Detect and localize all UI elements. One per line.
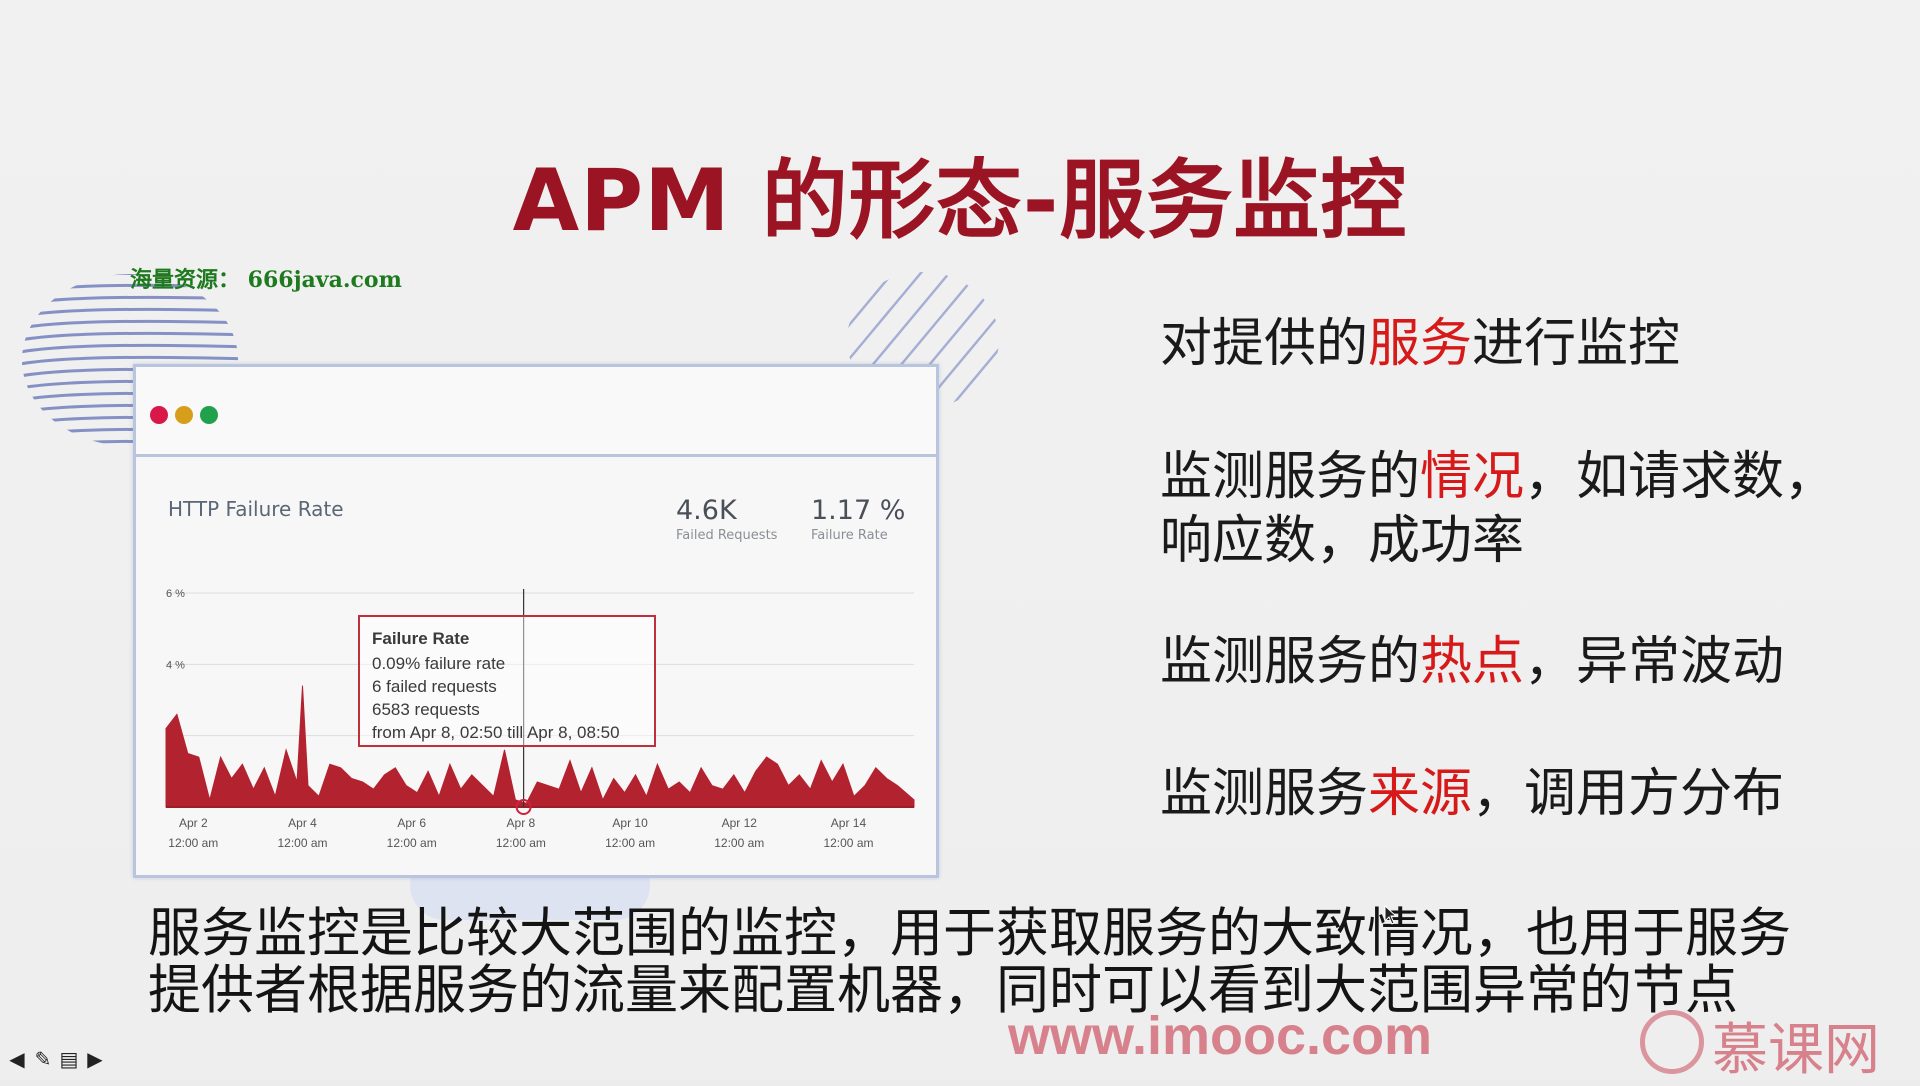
slide: APM 的形态-服务监控 海量资源： 666java.com HTTP Fail… [0, 0, 1920, 1083]
summary-text: 服务监控是比较大范围的监控，用于获取服务的大致情况，也用于服务 提供者根据服务的… [148, 905, 1848, 1019]
x-tick-sublabel: 12:00 am [714, 836, 764, 850]
imooc-url-watermark: www.imooc.com [1008, 1006, 1433, 1066]
mouse-cursor-icon [1384, 905, 1398, 925]
chart-tooltip: Failure Rate 0.09% failure rate 6 failed… [358, 615, 656, 747]
summary-line: 提供者根据服务的流量来配置机器，同时可以看到大范围异常的节点 [148, 960, 1738, 1021]
stat-label: Failure Rate [811, 528, 888, 543]
bullet-text: 监测服务的 [1160, 447, 1421, 507]
bullet-item: 监测服务来源，调用方分布 [1160, 762, 1784, 826]
x-tick-label: Apr 10 [612, 816, 648, 830]
stat-failed-requests: 4.6K Failed Requests [676, 495, 777, 543]
tooltip-line: 6583 requests [372, 700, 480, 719]
bullet-text: 对提供的 [1160, 314, 1369, 374]
forward-arrow-icon[interactable]: ▶ [84, 1047, 106, 1071]
x-tick-sublabel: 12:00 am [387, 836, 437, 850]
bullet-item: 对提供的服务进行监控 [1160, 312, 1680, 376]
x-tick-label: Apr 8 [507, 816, 536, 830]
watermark-text: 海量资源： 666java.com [130, 267, 402, 293]
slide-title: APM 的形态-服务监控 [512, 151, 1408, 251]
bullet-highlight: 来源 [1368, 764, 1473, 824]
x-tick-sublabel: 12:00 am [496, 836, 546, 850]
window-maximize-dot-icon [200, 406, 218, 424]
tooltip-line: 6 failed requests [372, 677, 497, 696]
pen-icon[interactable]: ✎ [32, 1047, 54, 1071]
x-tick-sublabel: 12:00 am [823, 836, 873, 850]
y-tick-label: 4 % [166, 659, 185, 671]
bullet-text: ，调用方分布 [1472, 764, 1785, 824]
bullet-text: ，异常波动 [1524, 632, 1785, 692]
window-close-dot-icon [150, 406, 168, 424]
x-tick-sublabel: 12:00 am [605, 836, 655, 850]
bullet-item: 监测服务的情况，如请求数， 响应数，成功率 [1160, 445, 1836, 573]
window-title-bar [136, 367, 936, 457]
bullet-item: 监测服务的热点，异常波动 [1160, 630, 1784, 694]
x-tick-label: Apr 4 [288, 816, 317, 830]
chart-title: HTTP Failure Rate [168, 497, 344, 521]
tooltip-title: Failure Rate [372, 629, 470, 648]
tooltip-line: from Apr 8, 02:50 till Apr 8, 08:50 [372, 723, 620, 742]
stat-label: Failed Requests [676, 528, 778, 543]
imooc-name-watermark: 慕课网 [1712, 1018, 1880, 1083]
bullet-highlight: 服务 [1368, 314, 1473, 374]
summary-line: 服务监控是比较大范围的监控，用于获取服务的大致情况，也用于服务 [148, 903, 1791, 964]
back-arrow-icon[interactable]: ◀ [6, 1047, 28, 1071]
x-tick-sublabel: 12:00 am [168, 836, 218, 850]
bullet-text: 响应数，成功率 [1160, 511, 1525, 571]
bullet-text: 进行监控 [1472, 314, 1681, 374]
x-tick-sublabel: 12:00 am [277, 836, 327, 850]
presentation-toolbar: ◀ ✎ ▤ ▶ [6, 1047, 106, 1071]
window-minimize-dot-icon [175, 406, 193, 424]
bullet-text: 监测服务的 [1160, 632, 1421, 692]
tooltip-line: 0.09% failure rate [372, 654, 506, 673]
menu-icon[interactable]: ▤ [58, 1047, 80, 1071]
x-tick-label: Apr 12 [722, 816, 758, 830]
bullet-highlight: 热点 [1420, 632, 1525, 692]
y-tick-label: 6 % [166, 588, 185, 600]
x-tick-label: Apr 2 [179, 816, 208, 830]
stat-value: 1.17 % [811, 495, 906, 526]
bullet-text: ，如请求数， [1524, 447, 1837, 507]
stat-value: 4.6K [676, 495, 737, 526]
dashboard-window: HTTP Failure Rate 4.6K Failed Requests 1… [133, 364, 939, 878]
stat-failure-rate: 1.17 % Failure Rate [811, 495, 905, 543]
imooc-logo-icon [1640, 1010, 1704, 1074]
bullet-highlight: 情况 [1420, 447, 1525, 507]
x-tick-label: Apr 14 [831, 816, 867, 830]
bullet-text: 监测服务 [1160, 764, 1369, 824]
x-tick-label: Apr 6 [397, 816, 426, 830]
